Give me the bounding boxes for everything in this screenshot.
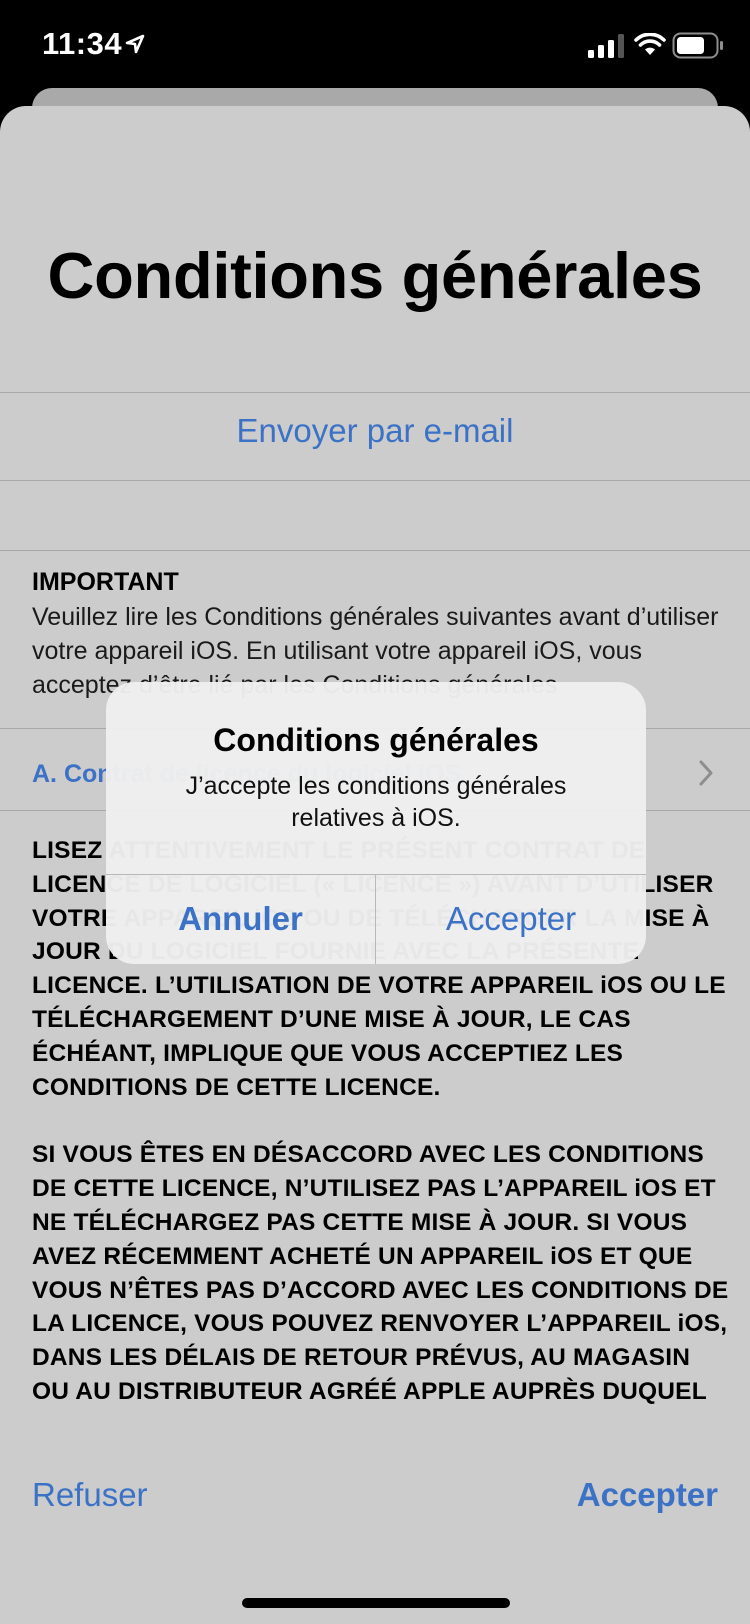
status-bar: 11:34 (0, 0, 750, 90)
divider (0, 480, 750, 481)
important-heading: IMPORTANT (32, 568, 179, 596)
divider (0, 550, 750, 551)
email-link[interactable]: Envoyer par e-mail (0, 412, 750, 450)
alert-accept-button[interactable]: Accepter (376, 874, 646, 964)
wifi-icon (634, 33, 666, 55)
battery-icon (672, 32, 723, 59)
page-title: Conditions générales (47, 239, 703, 312)
location-arrow-icon (125, 34, 145, 54)
alert-message: J’accepte les conditions générales relat… (185, 772, 567, 832)
license-paragraph: SI VOUS ÊTES EN DÉSACCORD AVEC LES CONDI… (32, 1141, 729, 1405)
refuse-button[interactable]: Refuser (32, 1476, 148, 1514)
alert-cancel-button[interactable]: Annuler (106, 874, 375, 964)
confirmation-alert: Conditions générales J’accepte les condi… (106, 682, 646, 964)
status-time: 11:34 (42, 26, 123, 61)
home-indicator[interactable] (242, 1598, 510, 1608)
cellular-signal-icon (588, 34, 624, 58)
alert-title: Conditions générales (213, 722, 539, 758)
accept-button[interactable]: Accepter (577, 1476, 718, 1514)
footer-bar (0, 1438, 750, 1624)
divider (0, 392, 750, 393)
chevron-right-icon (699, 760, 713, 786)
